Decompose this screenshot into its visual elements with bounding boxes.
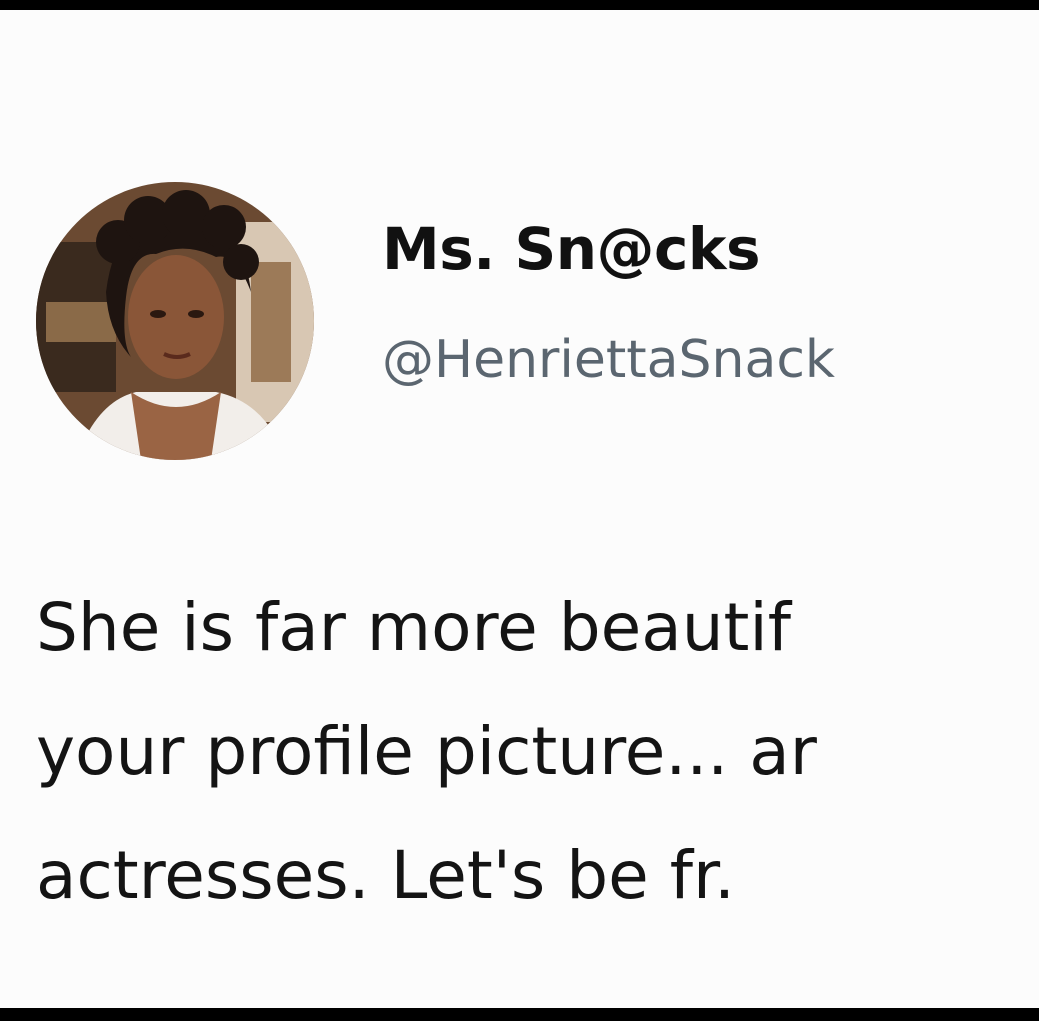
bottom-border xyxy=(0,1008,1039,1021)
tweet-text-line: actresses. Let's be fr. xyxy=(36,837,735,914)
avatar[interactable] xyxy=(36,182,314,460)
tweet-text-line: She is far more beautif xyxy=(36,589,791,666)
avatar-image xyxy=(36,182,314,460)
tweet-card: Ms. Sn@cks @HenriettaSnack She is far mo… xyxy=(0,10,1039,1008)
tweet-text: She is far more beautif your profile pic… xyxy=(36,566,1039,938)
author-handle[interactable]: @HenriettaSnack xyxy=(382,330,835,390)
author-display-name[interactable]: Ms. Sn@cks xyxy=(382,215,761,283)
tweet-text-line: your profile picture... ar xyxy=(36,713,817,790)
